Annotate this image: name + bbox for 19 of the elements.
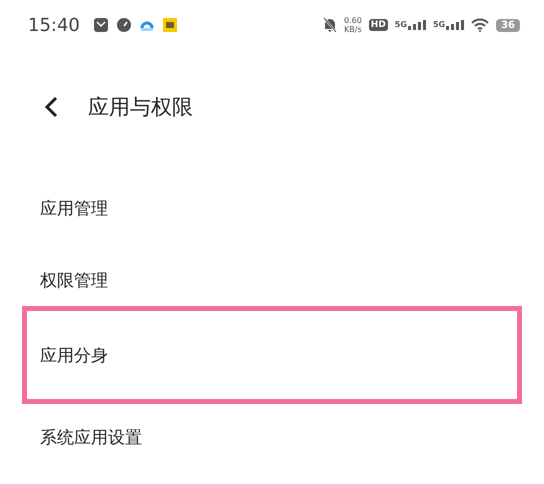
signal-icon — [408, 20, 426, 30]
menu-item[interactable]: 应用分身 — [40, 344, 108, 366]
network-label: 5G — [394, 20, 407, 29]
bell-muted-icon — [322, 17, 337, 33]
speed-value: 0.60 — [344, 16, 362, 25]
signal-icon — [446, 20, 464, 30]
status-time: 15:40 — [28, 14, 80, 36]
page-title: 应用与权限 — [88, 94, 193, 121]
mail-icon — [92, 17, 109, 33]
menu-item[interactable]: 权限管理 — [40, 268, 108, 292]
back-icon[interactable] — [44, 96, 58, 118]
speed-unit: KB/s — [344, 25, 362, 34]
hd-badge: HD — [368, 19, 388, 31]
battery-icon: 36 — [496, 18, 520, 32]
gauge-icon — [116, 17, 132, 33]
wifi-icon — [471, 18, 490, 32]
menu-item[interactable]: 应用管理 — [40, 196, 108, 220]
menu-item[interactable]: 系统应用设置 — [40, 426, 142, 449]
network-label: 5G — [432, 20, 446, 29]
